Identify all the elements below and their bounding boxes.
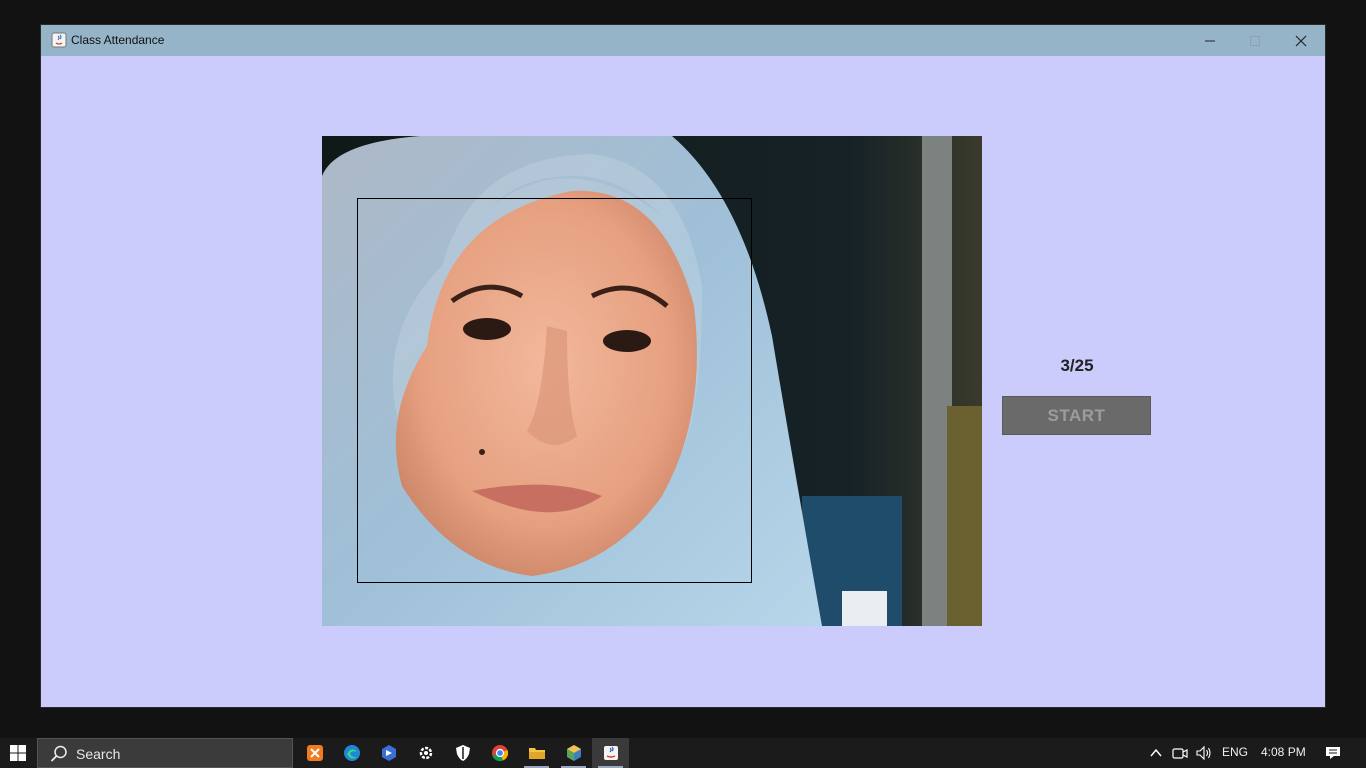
start-menu-button[interactable] (0, 738, 36, 768)
notification-icon (1326, 747, 1340, 759)
minimize-icon (1205, 40, 1215, 41)
show-hidden-icons[interactable] (1146, 738, 1166, 768)
close-icon (1295, 35, 1307, 46)
language-indicator[interactable]: ENG (1222, 745, 1248, 759)
camera-icon (1172, 748, 1188, 759)
windows-icon (10, 745, 26, 761)
taskbar-java-app[interactable] (592, 738, 629, 768)
java-app-icon (603, 746, 618, 760)
minimize-button[interactable] (1187, 25, 1233, 56)
notifications-button[interactable] (1320, 738, 1346, 768)
close-button[interactable] (1278, 25, 1324, 56)
taskbar-edge[interactable] (333, 738, 370, 768)
title-bar[interactable]: Class Attendance (41, 25, 1325, 56)
file-explorer-icon (528, 748, 545, 759)
maximize-button[interactable] (1232, 25, 1278, 56)
edge-icon (343, 745, 360, 761)
volume-icon (1196, 745, 1211, 761)
attendance-counter: 3/25 (1060, 356, 1094, 375)
start-button[interactable]: START (1002, 396, 1151, 435)
class-attendance-window: Class Attendance 3/25 START (41, 25, 1325, 707)
window-title: Class Attendance (71, 33, 165, 47)
search-box[interactable]: Search (37, 738, 293, 768)
taskbar-file-explorer[interactable] (518, 738, 555, 768)
maximize-icon (1250, 35, 1260, 46)
security-icon (455, 745, 470, 761)
taskbar: Search ENG 4:08 PM (0, 738, 1366, 768)
xampp-icon (306, 745, 323, 761)
face-detection-box (357, 198, 752, 583)
taskbar-virtualbox[interactable] (555, 738, 592, 768)
taskbar-xampp[interactable] (296, 738, 333, 768)
search-icon (50, 745, 67, 762)
webcam-feed (322, 136, 982, 626)
photos-icon (381, 745, 396, 761)
taskbar-security[interactable] (444, 738, 481, 768)
taskbar-settings[interactable] (407, 738, 444, 768)
camera-tray[interactable] (1170, 738, 1190, 768)
virtualbox-icon (566, 745, 581, 761)
taskbar-photos[interactable] (370, 738, 407, 768)
taskbar-chrome[interactable] (481, 738, 518, 768)
chevron-up-icon (1150, 748, 1162, 757)
search-placeholder: Search (76, 746, 121, 762)
chrome-icon (491, 745, 508, 762)
settings-icon (419, 746, 432, 760)
volume-tray[interactable] (1193, 738, 1215, 768)
clock[interactable]: 4:08 PM (1261, 745, 1306, 759)
java-app-icon (51, 32, 67, 48)
